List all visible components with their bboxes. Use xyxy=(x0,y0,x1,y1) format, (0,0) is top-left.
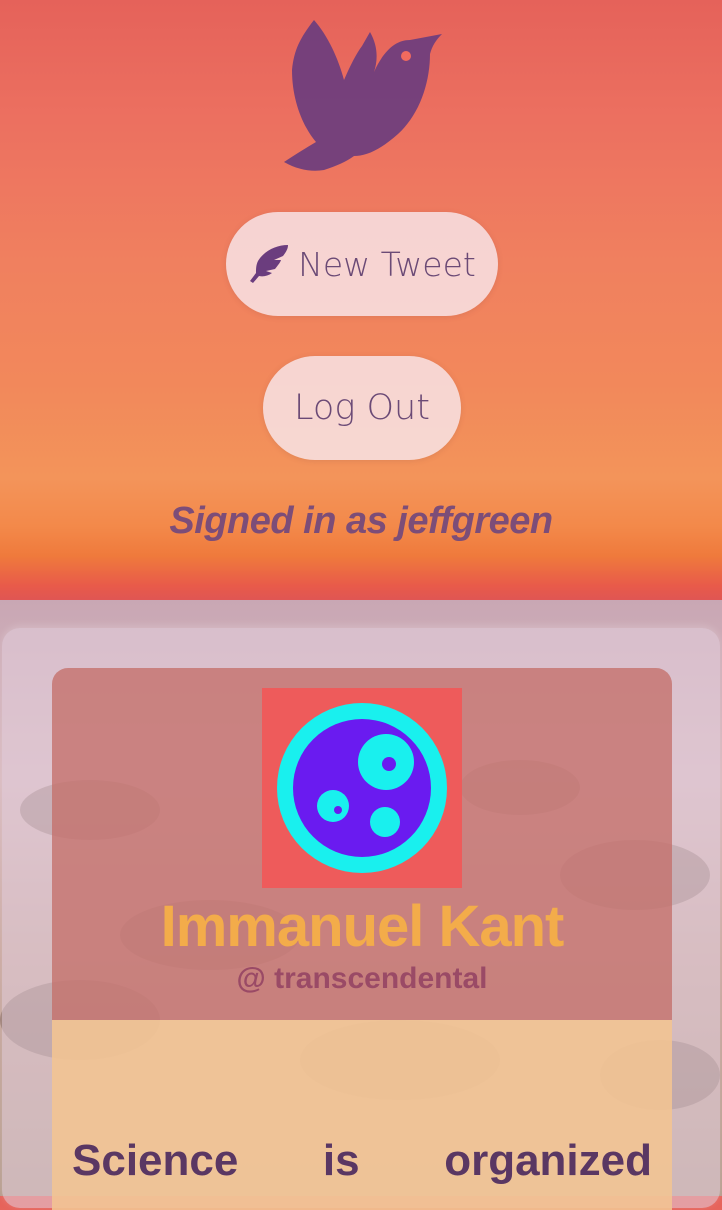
tweet-word: Science xyxy=(72,1136,239,1185)
feather-icon xyxy=(250,245,289,283)
avatar[interactable] xyxy=(262,688,462,888)
log-out-label: Log Out xyxy=(294,388,430,428)
tweet-word: organized xyxy=(444,1136,652,1185)
new-tweet-button[interactable]: New Tweet xyxy=(226,212,498,316)
dove-icon xyxy=(284,20,442,171)
profile-handle[interactable]: @ transcendental xyxy=(52,962,672,996)
new-tweet-label: New Tweet xyxy=(298,244,476,284)
tweet-text: Science is organized xyxy=(72,1136,652,1186)
log-out-button[interactable]: Log Out xyxy=(263,356,461,460)
signed-in-status: Signed in as jeffgreen xyxy=(169,500,553,542)
tweet-word: is xyxy=(322,1136,360,1185)
profile-name[interactable]: Immanuel Kant xyxy=(52,893,672,960)
avatar-image xyxy=(262,688,462,888)
